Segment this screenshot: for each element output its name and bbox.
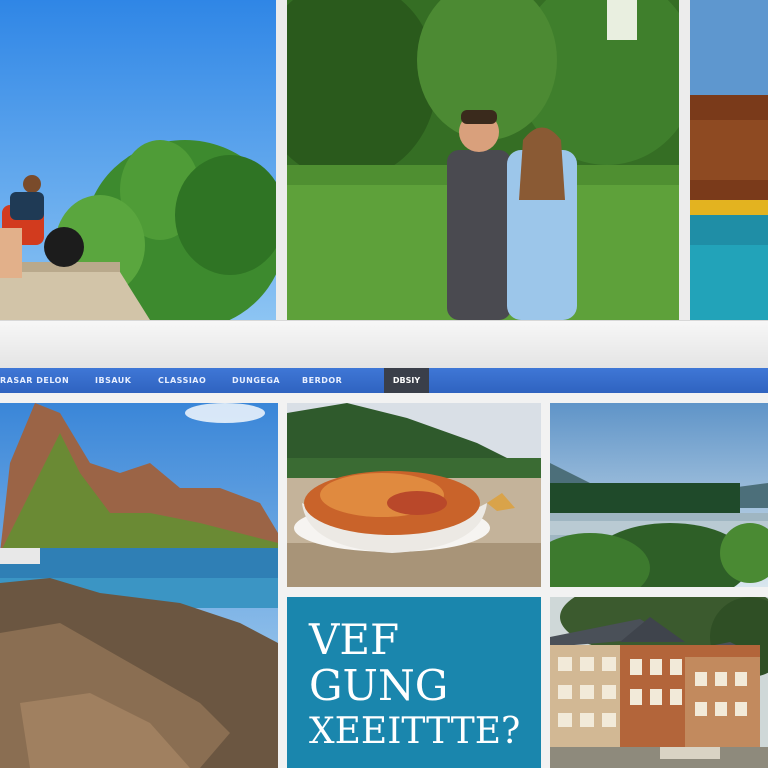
promo-card[interactable]: VEF GUNG XEEITTTE? bbox=[287, 597, 541, 768]
couple-in-park-photo[interactable] bbox=[287, 0, 679, 320]
promo-line-1: VEF bbox=[309, 615, 400, 664]
red-crater-pool-photo[interactable] bbox=[690, 0, 768, 320]
nav-item-2[interactable]: IBSAUK bbox=[95, 368, 131, 393]
pasta-bowl-photo[interactable] bbox=[287, 403, 541, 587]
promo-line-2: GUNG bbox=[309, 661, 449, 710]
nav-item-3[interactable]: CLASSIAO bbox=[158, 368, 206, 393]
lake-forest-photo[interactable] bbox=[550, 403, 768, 587]
nav-item-5[interactable]: BERDOR bbox=[302, 368, 342, 393]
mountain-coast-photo[interactable] bbox=[0, 403, 278, 768]
nav-item-1[interactable]: RASAR DELON bbox=[0, 368, 69, 393]
person-on-ledge-photo[interactable] bbox=[0, 0, 276, 320]
promo-line-3: XEEITTTE? bbox=[309, 711, 521, 752]
promo-headline: VEF GUNG XEEITTTE? bbox=[309, 617, 539, 755]
divider-strip bbox=[0, 320, 768, 369]
lodge-building-photo[interactable] bbox=[550, 597, 768, 768]
nav-active-button[interactable]: DBSIY bbox=[384, 368, 429, 393]
nav-item-4[interactable]: DUNGEGA bbox=[232, 368, 280, 393]
